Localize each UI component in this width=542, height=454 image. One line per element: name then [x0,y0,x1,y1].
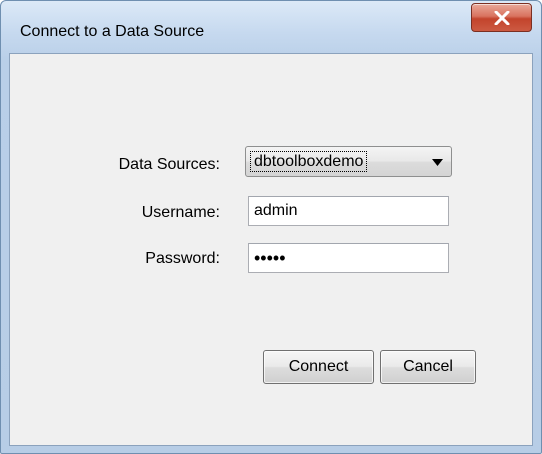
connect-button[interactable]: Connect [263,350,374,384]
data-sources-selected-value: dbtoolboxdemo [250,151,368,172]
window-title: Connect to a Data Source [20,23,205,40]
username-field[interactable]: admin [248,196,449,226]
username-label: Username: [141,204,220,221]
chevron-down-icon [432,159,443,166]
password-field[interactable]: ••••• [248,243,449,273]
data-sources-dropdown[interactable]: dbtoolboxdemo [245,146,452,177]
cancel-button[interactable]: Cancel [380,350,476,384]
data-sources-label: Data Sources: [118,156,220,173]
close-button[interactable] [471,3,532,32]
title-bar[interactable]: Connect to a Data Source [1,1,541,53]
password-label: Password: [145,250,220,267]
close-icon [494,11,510,25]
dialog-body: Data Sources: dbtoolboxdemo Username: ad… [9,53,533,446]
dialog-window: Connect to a Data Source Data Sources: d… [0,0,542,454]
